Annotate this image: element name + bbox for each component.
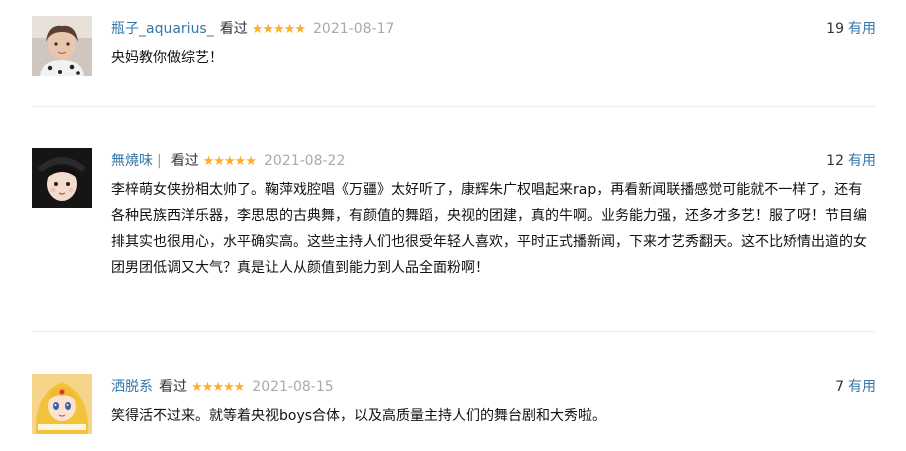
- review-date: 2021-08-15: [252, 379, 334, 395]
- watch-status: 看过: [170, 153, 199, 169]
- review-text: 央妈教你做综艺！: [111, 50, 223, 66]
- avatar-image: [32, 148, 92, 208]
- useful-button[interactable]: 有用: [848, 379, 876, 395]
- review-meta: 瓶子_aquarius_ 看过 ★★★★★ 2021-08-17: [111, 16, 876, 42]
- separator: |: [157, 153, 162, 169]
- avatar[interactable]: [32, 148, 92, 208]
- avatar-image: [32, 374, 92, 434]
- vote-area: 12 有用: [826, 148, 876, 174]
- divider: [32, 106, 876, 107]
- watch-status: 看过: [219, 21, 248, 37]
- rating-stars: ★★★★★: [251, 22, 306, 37]
- watch-status: 看过: [159, 379, 187, 395]
- review-content: 瓶子_aquarius_ 看过 ★★★★★ 2021-08-17 19 有用 央妈教你做…: [111, 16, 876, 71]
- review-date: 2021-08-17: [313, 21, 395, 37]
- divider: [32, 331, 876, 332]
- review-meta: 無燒味 | 看过 ★★★★★ 2021-08-22: [111, 148, 876, 174]
- avatar[interactable]: [32, 16, 92, 76]
- vote-count: 7: [835, 379, 844, 395]
- useful-button[interactable]: 有用: [848, 153, 876, 169]
- username-link[interactable]: 瓶子_aquarius_: [111, 21, 214, 37]
- review-content: 洒脱系 看过 ★★★★★ 2021-08-15 7 有用 笑得活不过来。就等着央视boy…: [111, 374, 876, 429]
- useful-button[interactable]: 有用: [848, 21, 876, 37]
- review-content: 無燒味 | 看过 ★★★★★ 2021-08-22 12 有用 李梓萌女侠扮相太帅了。鞠萍…: [111, 148, 876, 281]
- review-text: 笑得活不过来。就等着央视boys合体，以及高质量主持人们的舞台剧和大秀啦。: [111, 408, 607, 424]
- review-meta: 洒脱系 看过 ★★★★★ 2021-08-15: [111, 374, 876, 400]
- vote-count: 19: [826, 21, 844, 37]
- username-link[interactable]: 無燒味: [111, 153, 153, 169]
- rating-stars: ★★★★★: [191, 380, 245, 395]
- rating-stars: ★★★★★: [202, 154, 257, 169]
- vote-area: 7 有用: [835, 374, 876, 400]
- review-text: 李梓萌女侠扮相太帅了。鞠萍戏腔唱《万疆》太好听了，康辉朱广权唱起来rap，再看新…: [111, 182, 867, 276]
- username-link[interactable]: 洒脱系: [111, 379, 153, 395]
- review-date: 2021-08-22: [264, 153, 346, 169]
- vote-count: 12: [826, 153, 844, 169]
- avatar-image: [32, 16, 92, 76]
- vote-area: 19 有用: [826, 16, 876, 42]
- avatar[interactable]: [32, 374, 92, 434]
